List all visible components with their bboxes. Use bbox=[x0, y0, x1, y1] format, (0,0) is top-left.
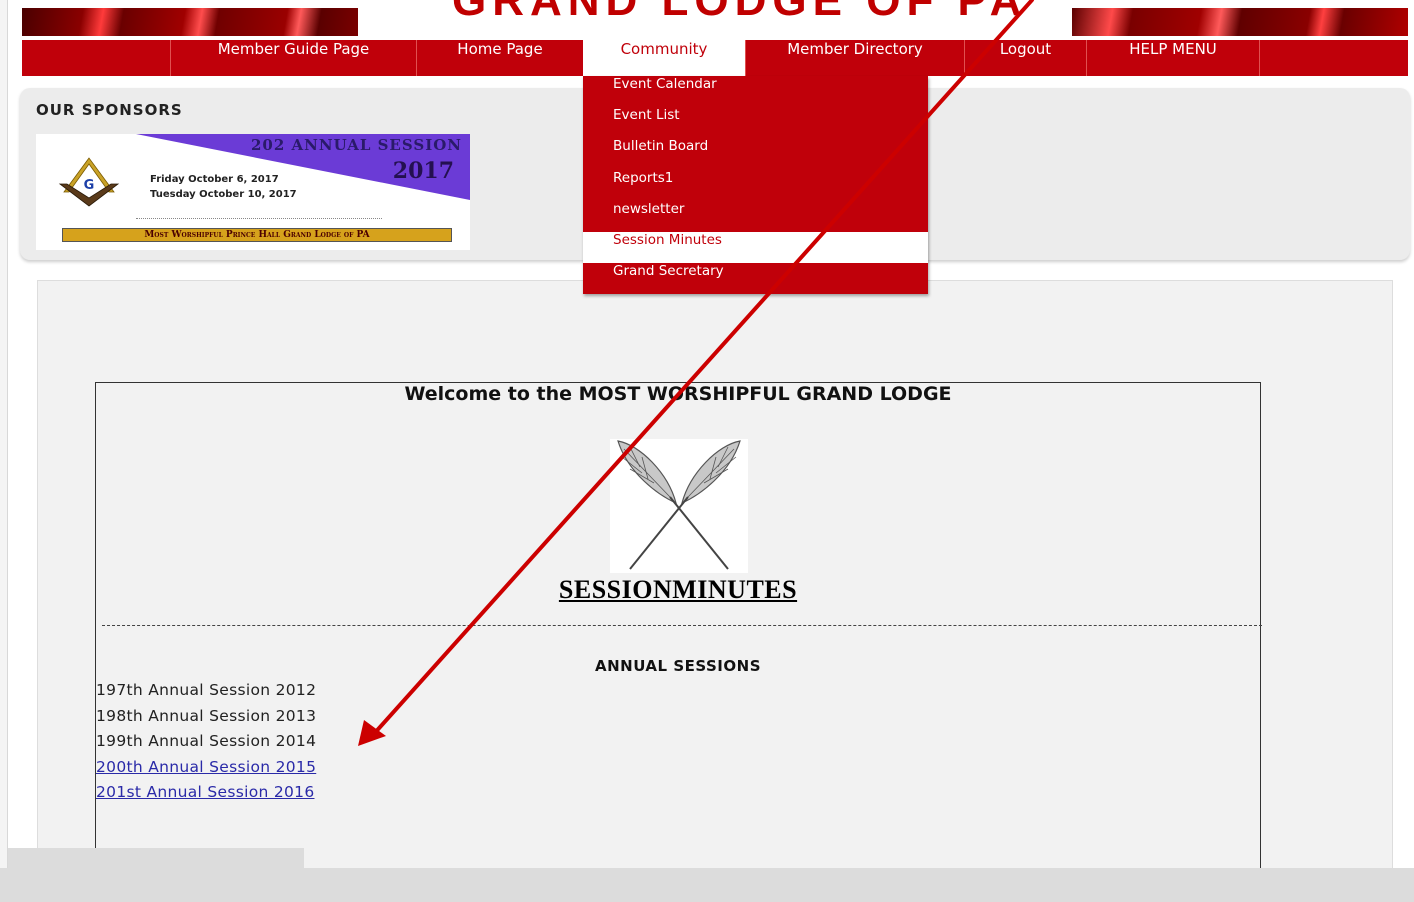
session-link-2015[interactable]: 200th Annual Session 2015 bbox=[96, 758, 316, 784]
ad-footer-bar: Most Worshipful Prince Hall Grand Lodge … bbox=[62, 228, 452, 242]
nav-logout[interactable]: Logout bbox=[964, 40, 1086, 76]
session-minutes-heading-text: SESSIONMINUTES bbox=[558, 575, 798, 604]
ad-title: 202 ANNUAL SESSION bbox=[250, 136, 462, 154]
main-nav: Member Guide Page Home Page Community Me… bbox=[22, 40, 1408, 76]
nav-member-directory[interactable]: Member Directory bbox=[745, 40, 964, 76]
session-list: 197th Annual Session 2012 198th Annual S… bbox=[96, 681, 316, 809]
welcome-title: Welcome to the MOST WORSHIPFUL GRAND LOD… bbox=[404, 383, 952, 405]
session-item-2012: 197th Annual Session 2012 bbox=[96, 681, 317, 699]
community-dropdown-menu: Event Calendar Event List Bulletin Board… bbox=[583, 76, 928, 295]
annual-sessions-heading: ANNUAL SESSIONS bbox=[595, 657, 761, 675]
session-item-2013: 198th Annual Session 2013 bbox=[96, 706, 317, 725]
nav-community[interactable]: Community bbox=[583, 40, 745, 76]
bottom-tab bbox=[8, 848, 304, 868]
dashed-divider bbox=[102, 625, 1262, 626]
header-banner: GRAND LODGE OF PA bbox=[22, 0, 1408, 40]
session-minutes-heading: SESSIONMINUTES bbox=[96, 575, 1260, 605]
logo-letter: G bbox=[84, 178, 95, 193]
ad-year: 2017 bbox=[392, 158, 454, 184]
sponsors-heading: OUR SPONSORS bbox=[36, 101, 183, 119]
welcome-box: Welcome to the MOST WORSHIPFUL GRAND LOD… bbox=[95, 382, 1262, 882]
banner-decoration-right bbox=[1072, 8, 1408, 36]
menu-item-newsletter[interactable]: newsletter bbox=[583, 201, 928, 232]
ad-fine-print bbox=[136, 218, 382, 221]
ad-date-line-1: Friday October 6, 2017 bbox=[150, 174, 279, 185]
session-item-2014: 199th Annual Session 2014 bbox=[96, 732, 317, 750]
bottom-bar bbox=[0, 868, 1414, 902]
page-edge bbox=[0, 0, 8, 868]
sponsor-ad-banner[interactable]: 202 ANNUAL SESSION 2017 Friday October 6… bbox=[36, 134, 470, 250]
menu-item-reports1[interactable]: Reports1 bbox=[583, 170, 928, 201]
crossed-quills-icon bbox=[610, 439, 748, 573]
menu-item-bulletin-board[interactable]: Bulletin Board bbox=[583, 138, 928, 169]
square-and-compass-icon: G bbox=[58, 157, 120, 207]
ad-date-line-2: Tuesday October 10, 2017 bbox=[150, 189, 297, 200]
menu-item-event-calendar[interactable]: Event Calendar bbox=[583, 76, 928, 107]
nav-help-menu[interactable]: HELP MENU bbox=[1086, 40, 1260, 76]
nav-home-page[interactable]: Home Page bbox=[416, 40, 583, 76]
banner-title: GRAND LODGE OF PA bbox=[452, 0, 1028, 25]
menu-item-grand-secretary[interactable]: Grand Secretary bbox=[583, 263, 928, 294]
session-link-2016[interactable]: 201st Annual Session 2016 bbox=[96, 783, 316, 809]
menu-item-event-list[interactable]: Event List bbox=[583, 107, 928, 138]
menu-item-session-minutes[interactable]: Session Minutes bbox=[583, 231, 928, 264]
banner-decoration-left bbox=[22, 8, 358, 36]
nav-member-guide-page[interactable]: Member Guide Page bbox=[170, 40, 416, 76]
